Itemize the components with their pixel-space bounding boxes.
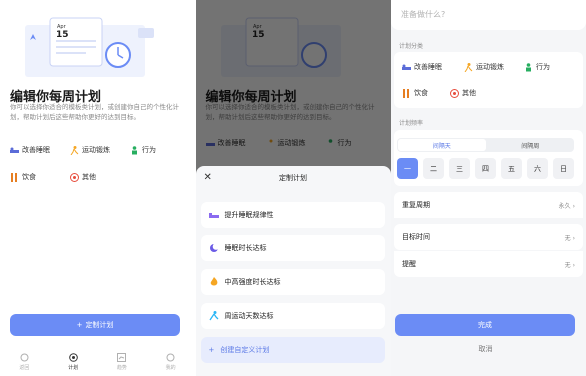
done-button[interactable]: 完成 [395,314,575,336]
category-label: 改善睡眠 [22,146,50,154]
moon-icon [209,243,219,252]
frequency-segmented-control: 间隔天 间隔周 [397,138,574,152]
category-label: 其他 [82,173,96,181]
row-label: 重复周期 [402,201,430,209]
reminder-row[interactable]: 提醒 无 › [394,251,583,277]
target-icon [70,172,79,182]
plan-option-label: 提升睡眠规律性 [224,211,274,219]
day-sat[interactable]: 六 [527,158,548,179]
tab-trend[interactable]: 趋势 [102,348,142,376]
plus-icon: + [76,321,83,329]
row-value: 无 [564,261,571,269]
cancel-button[interactable]: 取消 [391,344,580,354]
tab-label: 计划 [68,365,79,371]
weekday-picker: 一 二 三 四 五 六 日 [397,158,574,179]
run-icon [464,62,473,72]
plus-icon: + [208,346,215,354]
create-custom-plan-label: 创建自定义计划 [220,346,270,354]
person-icon [526,62,531,71]
calendar-illustration: Apr 15 [25,17,154,77]
category-behavior: 行为 [130,145,186,155]
row-value: 无 [564,234,571,242]
plan-option-sleep-regularity[interactable]: 提升睡眠规律性 [200,202,385,228]
category-label: 饮食 [22,173,36,181]
day-fri[interactable]: 五 [501,158,522,179]
plan-name-input[interactable]: 准备做什么? [391,0,586,30]
target-icon [450,88,459,98]
tab-interval-week[interactable]: 间隔周 [487,138,575,152]
sheet-title: 定制计划 [279,174,307,182]
chart-icon [117,353,127,362]
repeat-cycle-row[interactable]: 重复周期 永久 › [394,192,583,218]
row-label: 提醒 [402,260,416,268]
tab-interval-day[interactable]: 间隔天 [398,139,486,151]
food-icon [10,172,19,182]
category-card: 改善睡眠 运动锻炼 行为 饮食 其他 [394,52,583,108]
plan-option-exercise-days[interactable]: 周运动天数达标 [200,303,385,329]
food-icon [403,88,409,98]
profile-icon [166,353,175,362]
runner-icon [208,311,218,321]
bed-icon [208,213,219,218]
target-time-row[interactable]: 目标时间 无 › [394,224,583,250]
chevron-right-icon: › [572,234,575,242]
create-custom-plan-button[interactable]: + 创建自定义计划 [200,337,385,363]
category-behavior[interactable]: 行为 [524,62,550,72]
frequency-section-label: 计划频率 [399,120,424,127]
category-label: 改善睡眠 [414,63,442,71]
day-mon[interactable]: 一 [397,158,418,179]
calendar-day: 15 [56,30,69,40]
row-label: 目标时间 [402,233,430,241]
category-exercise[interactable]: 运动锻炼 [464,62,504,72]
category-exercise: 运动锻炼 [70,145,126,155]
day-sun[interactable]: 日 [553,158,574,179]
plan-icon [68,353,78,362]
plan-option-label: 周运动天数达标 [224,312,274,320]
category-label: 运动锻炼 [82,146,110,154]
close-icon[interactable]: ✕ [204,172,212,183]
bottom-tab-bar: 返回 计划 趋势 我的 [0,348,195,376]
tab-back[interactable]: 返回 [4,348,44,376]
custom-plan-sheet: ✕ 定制计划 提升睡眠规律性 睡眠时长达标 中高强度时长达标 周运动天数达标 + [195,166,391,376]
category-other: 其他 [70,172,126,182]
category-sleep[interactable]: 改善睡眠 [402,62,442,72]
category-diet: 饮食 [10,172,66,182]
category-label: 饮食 [414,89,428,97]
row-value: 永久 [558,202,571,210]
plan-option-intensity[interactable]: 中高强度时长达标 [200,269,385,295]
custom-plan-button[interactable]: + 定制计划 [10,314,180,336]
tab-label: 趋势 [116,365,127,371]
chevron-right-icon: › [572,202,575,210]
day-thu[interactable]: 四 [475,158,496,179]
category-label: 其他 [462,89,476,97]
tab-label: 返回 [19,365,30,371]
category-sleep: 改善睡眠 [10,145,66,155]
back-icon [20,353,29,362]
plan-option-label: 睡眠时长达标 [224,244,267,252]
category-other[interactable]: 其他 [450,88,476,98]
plan-option-label: 中高强度时长达标 [224,278,281,286]
category-label: 运动锻炼 [476,63,504,71]
plan-editor-screen: 准备做什么? 计划分类 改善睡眠 运动锻炼 行为 饮食 其他 计划频率 间隔天 … [391,0,586,376]
custom-plan-label: 定制计划 [85,321,114,329]
plan-overview-screen: Apr 15 编辑你每周计划 你可以选择你适合的模板类计划，或创建你自己的个性化… [0,0,195,376]
category-section-label: 计划分类 [399,43,424,50]
fire-icon [210,277,217,286]
day-wed[interactable]: 三 [449,158,470,179]
category-label: 行为 [536,63,550,71]
sleep-icon [402,64,411,70]
chevron-right-icon: › [572,261,575,269]
category-diet[interactable]: 饮食 [402,88,428,98]
category-label: 行为 [142,146,156,154]
sleep-icon [10,146,19,155]
page-description: 你可以选择你适合的模板类计划，或创建你自己的个性化计划，帮助计划后这些帮助你更好… [10,103,179,121]
plan-option-sleep-duration[interactable]: 睡眠时长达标 [200,235,385,261]
tab-label: 我的 [165,365,176,371]
day-tue[interactable]: 二 [423,158,444,179]
person-icon [130,145,139,155]
custom-plan-sheet-screen: Apr 15 编辑你每周计划 你可以选择你适合的模板类计划，或创建你自己的个性化… [195,0,391,376]
tab-plan[interactable]: 计划 [53,348,93,376]
tab-profile[interactable]: 我的 [151,348,191,376]
run-icon [70,145,79,155]
